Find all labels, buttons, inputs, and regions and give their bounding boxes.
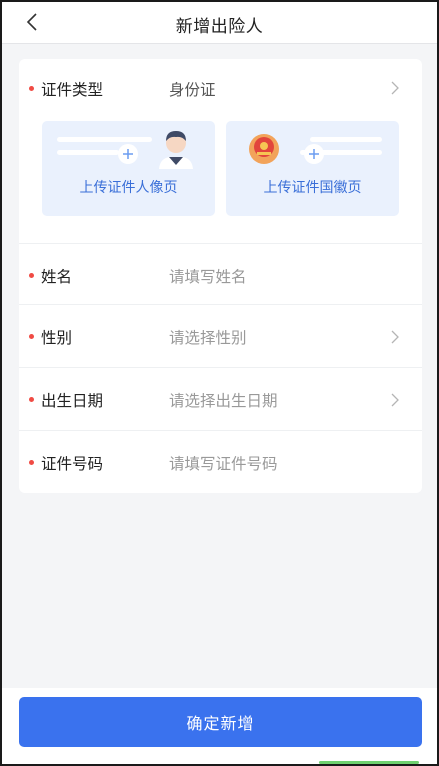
id-card-portrait-icon <box>57 131 193 169</box>
required-dot <box>29 273 34 278</box>
bottom-action-bar: 确定新增 <box>2 688 437 764</box>
birth-date-row[interactable]: 出生日期 请选择出生日期 <box>19 368 422 431</box>
chevron-right-icon <box>391 81 399 95</box>
id-number-input[interactable]: 请填写证件号码 <box>169 452 278 474</box>
id-type-label: 证件类型 <box>41 81 104 99</box>
upload-emblem-page-button[interactable]: 上传证件国徽页 <box>226 121 399 216</box>
navbar: 新增出险人 <box>2 2 437 44</box>
id-number-label: 证件号码 <box>41 455 104 473</box>
id-type-value: 身份证 <box>169 81 216 99</box>
upload-portrait-page-button[interactable]: 上传证件人像页 <box>42 121 215 216</box>
required-dot <box>29 334 34 339</box>
decorative-strip <box>319 761 419 764</box>
birth-date-select[interactable]: 请选择出生日期 <box>169 389 278 411</box>
name-input[interactable]: 请填写姓名 <box>169 265 247 287</box>
required-dot <box>29 460 34 465</box>
upload-portrait-label: 上传证件人像页 <box>79 180 178 196</box>
name-label: 姓名 <box>41 268 73 286</box>
phone-screen: 新增出险人 证件类型 身份证 上传证件人像页 上传证件国徽页 姓名 请填写姓名 … <box>0 0 439 766</box>
insured-form-card: 证件类型 身份证 上传证件人像页 上传证件国徽页 姓名 请填写姓名 性别 请选择… <box>19 59 422 493</box>
gender-label: 性别 <box>41 329 73 347</box>
page-title: 新增出险人 <box>175 17 264 37</box>
chevron-right-icon <box>391 330 399 344</box>
required-dot <box>29 397 34 402</box>
birth-date-label: 出生日期 <box>41 392 104 410</box>
id-card-emblem-icon <box>249 134 382 164</box>
upload-emblem-label: 上传证件国徽页 <box>263 180 362 196</box>
gender-row[interactable]: 性别 请选择性别 <box>19 305 422 368</box>
id-type-row[interactable]: 证件类型 身份证 <box>19 59 422 117</box>
required-dot <box>29 86 34 91</box>
name-row[interactable]: 姓名 请填写姓名 <box>19 243 422 305</box>
chevron-right-icon <box>391 393 399 407</box>
gender-select[interactable]: 请选择性别 <box>169 326 247 348</box>
confirm-add-button[interactable]: 确定新增 <box>19 697 422 747</box>
id-number-row[interactable]: 证件号码 请填写证件号码 <box>19 431 422 493</box>
